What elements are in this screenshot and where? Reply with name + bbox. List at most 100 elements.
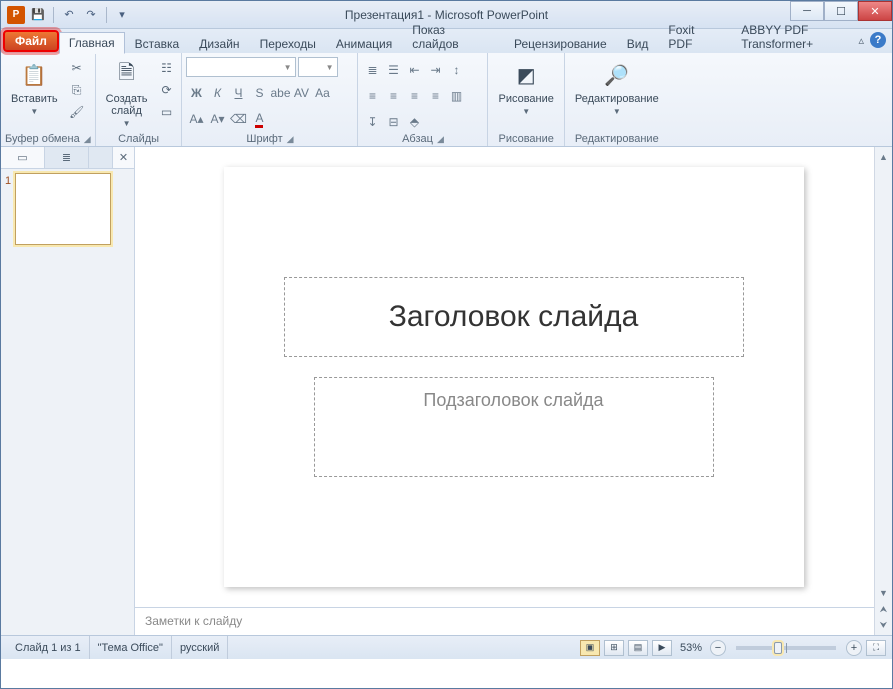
columns-icon[interactable]: ▥ bbox=[446, 86, 466, 106]
close-button[interactable]: ✕ bbox=[858, 1, 892, 21]
align-center-icon[interactable]: ≡ bbox=[383, 86, 403, 106]
qat-undo-icon[interactable]: ↶ bbox=[60, 6, 78, 24]
bold-icon[interactable]: Ж bbox=[186, 83, 206, 103]
clear-format-icon[interactable]: ⌫ bbox=[228, 109, 248, 129]
vertical-scrollbar[interactable]: ▲ ▼ ⮝ ⮟ bbox=[874, 147, 892, 635]
font-family-combo[interactable]: ▼ bbox=[186, 57, 296, 77]
tab-insert[interactable]: Вставка bbox=[125, 33, 190, 54]
tab-transitions[interactable]: Переходы bbox=[250, 33, 326, 54]
grow-font-icon[interactable]: A▴ bbox=[186, 109, 206, 129]
font-color-icon[interactable]: A bbox=[249, 109, 269, 129]
ribbon-group-paragraph: ≣ ☰ ⇤ ⇥ ↕ ≡ ≡ ≡ ≡ ▥ ↧ ⊟ ⬘ Абзац ◢ bbox=[358, 53, 488, 146]
smartart-icon[interactable]: ⬘ bbox=[404, 112, 424, 132]
ribbon-minimize-icon[interactable]: ▵ bbox=[858, 34, 864, 47]
group-label-paragraph: Абзац bbox=[402, 133, 433, 145]
view-sorter-icon[interactable]: ⊞ bbox=[604, 640, 624, 656]
font-size-combo[interactable]: ▼ bbox=[298, 57, 338, 77]
line-spacing-icon[interactable]: ↕ bbox=[446, 60, 466, 80]
tab-design[interactable]: Дизайн bbox=[189, 33, 249, 54]
scroll-down-icon[interactable]: ▼ bbox=[875, 585, 892, 601]
view-normal-icon[interactable]: ▣ bbox=[580, 640, 600, 656]
justify-icon[interactable]: ≡ bbox=[425, 86, 445, 106]
qat-customize-icon[interactable]: ▾ bbox=[113, 6, 131, 24]
next-slide-icon[interactable]: ⮟ bbox=[875, 617, 892, 633]
panel-tab-slides[interactable]: ▭ bbox=[1, 147, 45, 168]
tab-foxit[interactable]: Foxit PDF bbox=[658, 19, 731, 54]
text-direction-icon[interactable]: ↧ bbox=[362, 112, 382, 132]
layout-icon[interactable]: ☷ bbox=[155, 57, 177, 79]
tab-slideshow[interactable]: Показ слайдов bbox=[402, 19, 504, 54]
qat-redo-icon[interactable]: ↷ bbox=[82, 6, 100, 24]
zoom-out-button[interactable]: − bbox=[710, 640, 726, 656]
underline-icon[interactable]: Ч bbox=[228, 83, 248, 103]
view-slideshow-icon[interactable]: ▶ bbox=[652, 640, 672, 656]
strike-icon[interactable]: S bbox=[249, 83, 269, 103]
editing-button[interactable]: 🔎 Редактирование ▼ bbox=[569, 57, 665, 118]
align-text-icon[interactable]: ⊟ bbox=[383, 112, 403, 132]
quick-access-toolbar: P 💾 ↶ ↷ ▾ bbox=[1, 6, 131, 24]
paste-button[interactable]: 📋 Вставить ▼ bbox=[5, 57, 64, 118]
ribbon: 📋 Вставить ▼ ✂ ⎘ 🖌 Буфер обмена ◢ 🗎 Созда… bbox=[1, 53, 892, 147]
slides-panel: ▭ ≣ ✕ 1 bbox=[1, 147, 135, 635]
ribbon-group-editing: 🔎 Редактирование ▼ Редактирование bbox=[565, 53, 669, 146]
new-slide-button[interactable]: 🗎 Создать слайд ▼ bbox=[100, 57, 154, 130]
copy-icon[interactable]: ⎘ bbox=[66, 79, 88, 101]
subtitle-placeholder[interactable]: Подзаголовок слайда bbox=[314, 377, 714, 477]
drawing-button[interactable]: ◩ Рисование ▼ bbox=[492, 57, 559, 118]
ribbon-group-font: ▼ ▼ Ж К Ч S abe AV Aa A▴ A▾ ⌫ A Шрифт ◢ bbox=[182, 53, 358, 146]
panel-tab-outline[interactable]: ≣ bbox=[45, 147, 89, 168]
group-label-clipboard: Буфер обмена bbox=[5, 133, 80, 145]
panel-close-icon[interactable]: ✕ bbox=[112, 147, 134, 168]
align-left-icon[interactable]: ≡ bbox=[362, 86, 382, 106]
indent-inc-icon[interactable]: ⇥ bbox=[425, 60, 445, 80]
panel-tabs: ▭ ≣ ✕ bbox=[1, 147, 134, 169]
new-slide-icon: 🗎 bbox=[111, 59, 143, 91]
group-label-font: Шрифт bbox=[246, 133, 282, 145]
ribbon-group-drawing: ◩ Рисование ▼ Рисование bbox=[488, 53, 564, 146]
shrink-font-icon[interactable]: A▾ bbox=[207, 109, 227, 129]
title-placeholder-text: Заголовок слайда bbox=[389, 300, 639, 334]
notes-pane[interactable]: Заметки к слайду bbox=[135, 607, 892, 635]
zoom-in-button[interactable]: + bbox=[846, 640, 862, 656]
case-icon[interactable]: Aa bbox=[312, 83, 332, 103]
zoom-slider[interactable] bbox=[736, 646, 836, 650]
ribbon-tabs: Файл Главная Вставка Дизайн Переходы Ани… bbox=[1, 29, 892, 53]
spacing-icon[interactable]: AV bbox=[291, 83, 311, 103]
dialog-launcher-icon[interactable]: ◢ bbox=[84, 134, 91, 145]
zoom-percent[interactable]: 53% bbox=[680, 642, 702, 654]
dialog-launcher-icon[interactable]: ◢ bbox=[287, 134, 294, 145]
dialog-launcher-icon[interactable]: ◢ bbox=[437, 134, 444, 145]
qat-save-icon[interactable]: 💾 bbox=[29, 6, 47, 24]
status-language[interactable]: русский bbox=[172, 636, 228, 659]
slide[interactable]: Заголовок слайда Подзаголовок слайда bbox=[224, 167, 804, 587]
bullets-icon[interactable]: ≣ bbox=[362, 60, 382, 80]
tab-home[interactable]: Главная bbox=[59, 32, 125, 54]
numbering-icon[interactable]: ☰ bbox=[383, 60, 403, 80]
slide-thumbnail[interactable]: 1 bbox=[5, 173, 130, 245]
fit-to-window-icon[interactable]: ⛶ bbox=[866, 640, 886, 656]
app-icon[interactable]: P bbox=[7, 6, 25, 24]
tab-animations[interactable]: Анимация bbox=[326, 33, 402, 54]
indent-dec-icon[interactable]: ⇤ bbox=[404, 60, 424, 80]
maximize-button[interactable]: ☐ bbox=[824, 1, 858, 21]
group-label-editing: Редактирование bbox=[575, 133, 659, 145]
minimize-button[interactable]: ─ bbox=[790, 1, 824, 21]
italic-icon[interactable]: К bbox=[207, 83, 227, 103]
notes-placeholder: Заметки к слайду bbox=[145, 614, 242, 628]
tab-file[interactable]: Файл bbox=[3, 30, 59, 52]
scroll-up-icon[interactable]: ▲ bbox=[875, 149, 892, 165]
cut-icon[interactable]: ✂ bbox=[66, 57, 88, 79]
tab-review[interactable]: Рецензирование bbox=[504, 33, 617, 54]
align-right-icon[interactable]: ≡ bbox=[404, 86, 424, 106]
format-painter-icon[interactable]: 🖌 bbox=[66, 101, 88, 123]
reset-icon[interactable]: ⟳ bbox=[155, 79, 177, 101]
group-label-slides: Слайды bbox=[118, 133, 159, 145]
title-placeholder[interactable]: Заголовок слайда bbox=[284, 277, 744, 357]
section-icon[interactable]: ▭ bbox=[155, 101, 177, 123]
prev-slide-icon[interactable]: ⮝ bbox=[875, 601, 892, 617]
view-reading-icon[interactable]: ▤ bbox=[628, 640, 648, 656]
tab-view[interactable]: Вид bbox=[617, 33, 659, 54]
thumbnail-list: 1 bbox=[1, 169, 134, 635]
help-icon[interactable]: ? bbox=[870, 32, 886, 48]
shadow-icon[interactable]: abe bbox=[270, 83, 290, 103]
